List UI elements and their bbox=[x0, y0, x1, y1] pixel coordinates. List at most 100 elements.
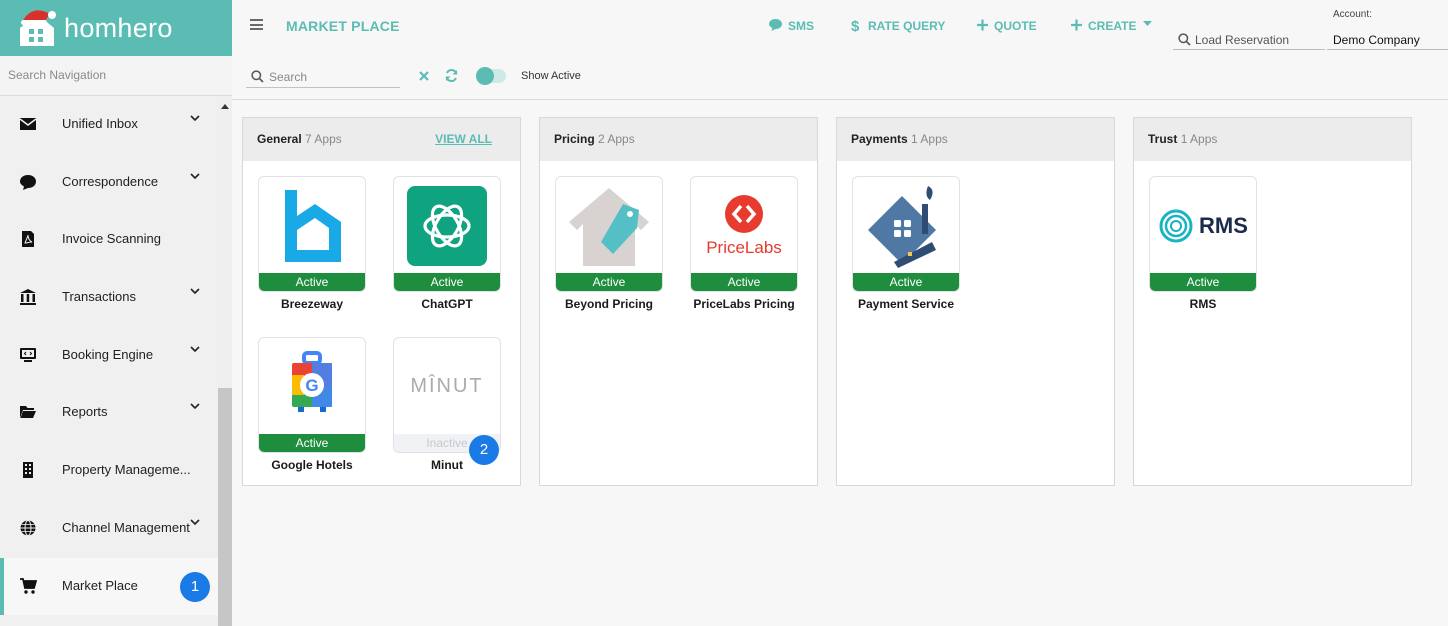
category-count: 7 Apps bbox=[305, 132, 342, 146]
scroll-up-arrow-icon[interactable] bbox=[221, 104, 229, 109]
sidebar-item-transactions[interactable]: Transactions bbox=[0, 269, 218, 327]
app-card-breezeway[interactable]: Active Breezeway bbox=[258, 176, 366, 311]
sidebar-item-label: Unified Inbox bbox=[62, 116, 138, 131]
chevron-down-icon[interactable] bbox=[189, 343, 201, 355]
sidebar-item-unified-inbox[interactable]: Unified Inbox bbox=[0, 96, 218, 154]
app-card-pricelabs-pricing[interactable]: PriceLabs Active PriceLabs Pricing bbox=[690, 176, 798, 311]
chat-bubble-icon bbox=[769, 19, 782, 31]
search-icon bbox=[1178, 33, 1191, 46]
account-select[interactable]: Demo Company bbox=[1327, 28, 1448, 50]
sms-button[interactable]: SMS bbox=[768, 18, 818, 34]
navigation-search-placeholder: Search Navigation bbox=[8, 68, 107, 82]
category-header: Pricing 2 Apps bbox=[540, 118, 817, 161]
sidebar: homhero Search Navigation Unified Inbox … bbox=[0, 0, 232, 626]
category-count: 1 Apps bbox=[911, 132, 948, 146]
sidebar-item-label: Booking Engine bbox=[62, 346, 154, 362]
chat-bubble-icon bbox=[20, 174, 36, 190]
plus-icon bbox=[1071, 19, 1082, 31]
rms-logo-ring-icon bbox=[1159, 209, 1193, 242]
building-icon bbox=[23, 462, 33, 479]
chevron-down-icon[interactable] bbox=[189, 170, 201, 182]
envelope-icon bbox=[19, 118, 37, 130]
breezeway-logo-icon bbox=[285, 189, 341, 262]
account-label: Account: bbox=[1333, 9, 1372, 20]
category-name: Trust bbox=[1148, 132, 1178, 146]
sidebar-item-market-place[interactable]: Market Place 1 bbox=[0, 557, 218, 616]
status-badge: Active bbox=[1150, 273, 1256, 291]
sidebar-item-label: Correspondence bbox=[62, 173, 159, 189]
app-name: Breezeway bbox=[280, 297, 344, 311]
category-header: General 7 Apps VIEW ALL bbox=[243, 118, 520, 161]
sidebar-item-property-management[interactable]: Property Manageme... bbox=[0, 442, 218, 500]
marketplace-search-input[interactable]: Search bbox=[246, 66, 400, 88]
category-name: Payments bbox=[851, 132, 908, 146]
category-card-general: General 7 Apps VIEW ALL Active Breezeway bbox=[242, 117, 521, 486]
status-badge: Active bbox=[394, 273, 500, 291]
hamburger-menu-icon[interactable] bbox=[250, 19, 263, 30]
category-card-trust: Trust 1 Apps RMS Active RMS bbox=[1133, 117, 1412, 486]
category-name: General bbox=[257, 132, 302, 146]
status-badge: Active bbox=[259, 273, 365, 291]
chatgpt-logo-icon bbox=[407, 185, 487, 266]
chevron-down-icon[interactable] bbox=[189, 285, 201, 297]
sidebar-scroll-thumb[interactable] bbox=[218, 388, 232, 626]
category-card-payments: Payments 1 Apps Active Payment Service bbox=[836, 117, 1115, 486]
show-active-label: Show Active bbox=[521, 70, 581, 82]
app-name: ChatGPT bbox=[421, 297, 473, 311]
sidebar-item-invoice-scanning[interactable]: Invoice Scanning bbox=[0, 211, 218, 270]
quote-button[interactable]: QUOTE bbox=[976, 18, 1038, 34]
chevron-down-icon[interactable] bbox=[189, 516, 201, 528]
chevron-down-icon[interactable] bbox=[189, 400, 201, 412]
category-name: Pricing bbox=[554, 132, 595, 146]
app-card-payment-service[interactable]: Active Payment Service bbox=[852, 176, 960, 311]
app-name: Google Hotels bbox=[271, 458, 353, 472]
sidebar-item-correspondence[interactable]: Correspondence bbox=[0, 153, 218, 212]
minut-logo: MÎNUT bbox=[410, 375, 484, 397]
logo-bar[interactable]: homhero bbox=[0, 0, 232, 56]
svg-text:G: G bbox=[305, 376, 318, 395]
homhero-logo-icon bbox=[20, 10, 56, 46]
chevron-down-icon[interactable] bbox=[189, 112, 201, 124]
load-reservation-input[interactable]: Load Reservation bbox=[1173, 28, 1325, 50]
rate-query-button[interactable]: $ RATE QUERY bbox=[850, 18, 946, 34]
create-dropdown-button[interactable]: CREATE bbox=[1070, 18, 1152, 34]
sidebar-item-channel-management[interactable]: Channel Management bbox=[0, 499, 218, 558]
view-all-link[interactable]: VIEW ALL bbox=[435, 132, 492, 146]
pricelabs-logo-icon bbox=[725, 194, 763, 233]
navigation-search-input[interactable]: Search Navigation bbox=[0, 56, 232, 96]
search-placeholder: Search bbox=[269, 70, 308, 84]
load-reservation-placeholder: Load Reservation bbox=[1195, 33, 1290, 47]
page-title: MARKET PLACE bbox=[286, 18, 400, 34]
category-card-pricing: Pricing 2 Apps Active Beyond Pricing Pri… bbox=[539, 117, 818, 486]
sidebar-item-label: Channel Management bbox=[62, 519, 190, 535]
show-active-toggle[interactable] bbox=[476, 67, 506, 85]
sidebar-item-label: Invoice Scanning bbox=[62, 231, 162, 247]
status-badge: Active bbox=[259, 434, 365, 452]
bank-icon bbox=[20, 289, 36, 306]
app-name: Beyond Pricing bbox=[564, 297, 653, 311]
app-name: PriceLabs Pricing bbox=[693, 297, 795, 311]
app-card-beyond-pricing[interactable]: Active Beyond Pricing bbox=[555, 176, 663, 311]
app-card-chatgpt[interactable]: Active ChatGPT bbox=[393, 176, 501, 311]
monitor-code-icon bbox=[20, 347, 36, 362]
app-name: Payment Service bbox=[857, 297, 955, 311]
category-header: Trust 1 Apps bbox=[1134, 118, 1411, 161]
status-badge: Active bbox=[691, 273, 797, 291]
sidebar-item-label: Property Manageme... bbox=[62, 462, 191, 478]
refresh-icon[interactable] bbox=[444, 68, 459, 83]
clear-icon[interactable] bbox=[418, 70, 430, 82]
app-card-rms[interactable]: RMS Active RMS bbox=[1149, 176, 1257, 311]
category-count: 2 Apps bbox=[598, 132, 635, 146]
sidebar-item-booking-engine[interactable]: Booking Engine bbox=[0, 326, 218, 385]
step-badge-2: 2 bbox=[469, 435, 499, 465]
sidebar-item-label: Market Place bbox=[62, 577, 138, 593]
app-name: RMS bbox=[1189, 297, 1217, 311]
category-header: Payments 1 Apps bbox=[837, 118, 1114, 161]
sidebar-item-reports[interactable]: Reports bbox=[0, 384, 218, 443]
pdf-file-icon bbox=[22, 231, 34, 248]
app-card-google-hotels[interactable]: G Active Google Hotels bbox=[258, 337, 366, 472]
folder-open-icon bbox=[20, 406, 36, 419]
account-value: Demo Company bbox=[1333, 33, 1420, 47]
toggle-knob bbox=[476, 67, 494, 85]
caret-down-icon bbox=[1143, 21, 1152, 26]
